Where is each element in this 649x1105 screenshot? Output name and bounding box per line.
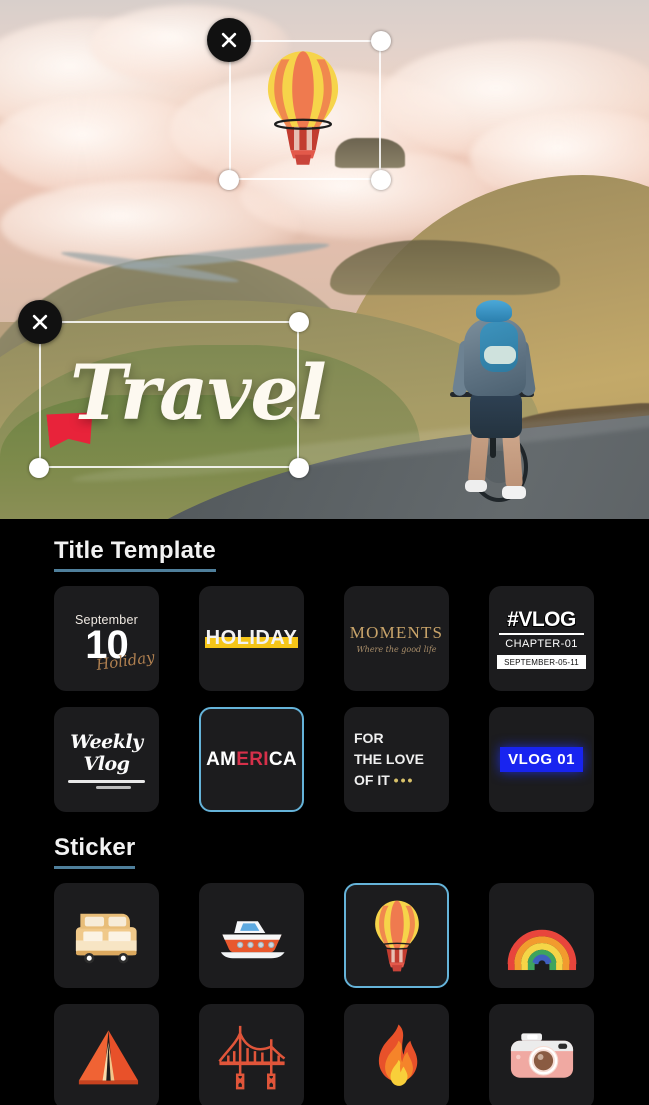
video-preview-canvas[interactable]: Travel xyxy=(0,0,649,519)
sticker-grid xyxy=(0,869,649,1105)
title-template-september-10[interactable]: September 10 Holiday xyxy=(54,586,159,691)
bridge-icon xyxy=(217,1025,285,1089)
resize-handle-bottom-right[interactable] xyxy=(371,170,391,190)
sticker-fire[interactable] xyxy=(344,1004,449,1105)
sticker-camera[interactable] xyxy=(489,1004,594,1105)
vlog-date-label: SEPTEMBER-05-11 xyxy=(497,655,586,669)
vlog-chapter-label: CHAPTER-01 xyxy=(505,638,578,650)
title-template-america[interactable]: AMERICA xyxy=(199,707,304,812)
vlog-chapter-art: #VLOG CHAPTER-01 SEPTEMBER-05-11 xyxy=(491,608,592,669)
sticker-rainbow[interactable] xyxy=(489,883,594,988)
weekly-vlog-underline xyxy=(68,779,145,783)
weekly-vlog-underline-2 xyxy=(96,785,131,789)
cyclist xyxy=(450,300,552,505)
balloon-overlay[interactable] xyxy=(258,48,348,168)
moments-art: MOMENTS Where the good life xyxy=(350,623,443,654)
america-part-3: CA xyxy=(268,748,297,770)
cyclist-shorts xyxy=(470,390,522,438)
close-icon xyxy=(32,314,48,330)
vlog-title: #VLOG xyxy=(507,608,576,631)
title-template-vlog-chapter[interactable]: #VLOG CHAPTER-01 SEPTEMBER-05-11 xyxy=(489,586,594,691)
sticker-rv-camper[interactable] xyxy=(54,883,159,988)
for-the-love-art: FOR THE LOVE OF IT ••• xyxy=(346,728,447,791)
title-template-header: Title Template xyxy=(0,519,649,572)
rainbow-icon xyxy=(507,929,576,970)
video-editor-screen: Travel Title Template September 10 Holid… xyxy=(0,0,649,1105)
sticker-tent[interactable] xyxy=(54,1004,159,1105)
travel-close-button[interactable] xyxy=(18,300,62,344)
section-title-title-template: Title Template xyxy=(54,537,216,572)
rv-camper-icon xyxy=(75,913,137,963)
vlog-01-art: VLOG 01 xyxy=(500,746,583,772)
america-part-2: ERI xyxy=(236,748,269,770)
sticker-bridge[interactable] xyxy=(199,1004,304,1105)
sticker-motorboat[interactable] xyxy=(199,883,304,988)
motorboat-icon xyxy=(220,920,285,958)
title-template-moments[interactable]: MOMENTS Where the good life xyxy=(344,586,449,691)
love-line-1: FOR xyxy=(354,730,384,746)
america-part-1: AM xyxy=(206,748,237,770)
balloon-close-button[interactable] xyxy=(207,18,251,62)
cyclist-shoe xyxy=(465,480,487,492)
title-template-weekly-vlog[interactable]: Weekly Vlog xyxy=(54,707,159,812)
helmet xyxy=(476,300,512,322)
sticker-hot-air-balloon[interactable] xyxy=(344,883,449,988)
holiday-word: HOLIDAY xyxy=(205,627,298,649)
backpack-strap xyxy=(484,346,516,364)
weekly-vlog-script: Weekly Vlog xyxy=(70,730,143,775)
september-10-art: September 10 Holiday xyxy=(75,613,156,674)
hot-air-balloon-icon xyxy=(267,51,339,165)
moments-word: MOMENTS xyxy=(349,623,444,642)
hot-air-balloon-icon xyxy=(374,900,419,971)
weekly-vlog-art: Weekly Vlog xyxy=(56,731,157,789)
america-art: AMERICA xyxy=(206,749,297,771)
love-line-3: OF IT xyxy=(354,772,390,788)
tent-icon xyxy=(78,1029,138,1084)
vlog-rule xyxy=(499,633,584,635)
section-title-sticker: Sticker xyxy=(54,834,136,869)
title-template-grid: September 10 Holiday HOLIDAY MOMENTS Whe… xyxy=(0,572,649,812)
camera-icon xyxy=(510,1032,573,1078)
travel-resize-handle-bottom-left[interactable] xyxy=(29,458,49,478)
resize-handle-top-right[interactable] xyxy=(371,31,391,51)
resize-handle-bottom-left[interactable] xyxy=(219,170,239,190)
title-template-holiday[interactable]: HOLIDAY xyxy=(199,586,304,691)
travel-resize-handle-bottom-right[interactable] xyxy=(289,458,309,478)
travel-resize-handle-top-right[interactable] xyxy=(289,312,309,332)
sticker-header: Sticker xyxy=(0,812,649,869)
love-dots: ••• xyxy=(393,772,415,788)
close-icon xyxy=(221,32,237,48)
title-template-vlog-01[interactable]: VLOG 01 xyxy=(489,707,594,812)
holiday-art: HOLIDAY xyxy=(201,627,302,650)
love-line-2: THE LOVE xyxy=(354,751,425,767)
fire-icon xyxy=(378,1023,417,1086)
travel-text[interactable]: Travel xyxy=(70,355,327,431)
title-template-for-the-love-of-it[interactable]: FOR THE LOVE OF IT ••• xyxy=(344,707,449,812)
vlog-01-chip: VLOG 01 xyxy=(500,746,583,772)
asset-panel: Title Template September 10 Holiday HOLI… xyxy=(0,519,649,1105)
cyclist-shoe xyxy=(502,486,526,499)
moments-subtitle: Where the good life xyxy=(356,645,437,654)
